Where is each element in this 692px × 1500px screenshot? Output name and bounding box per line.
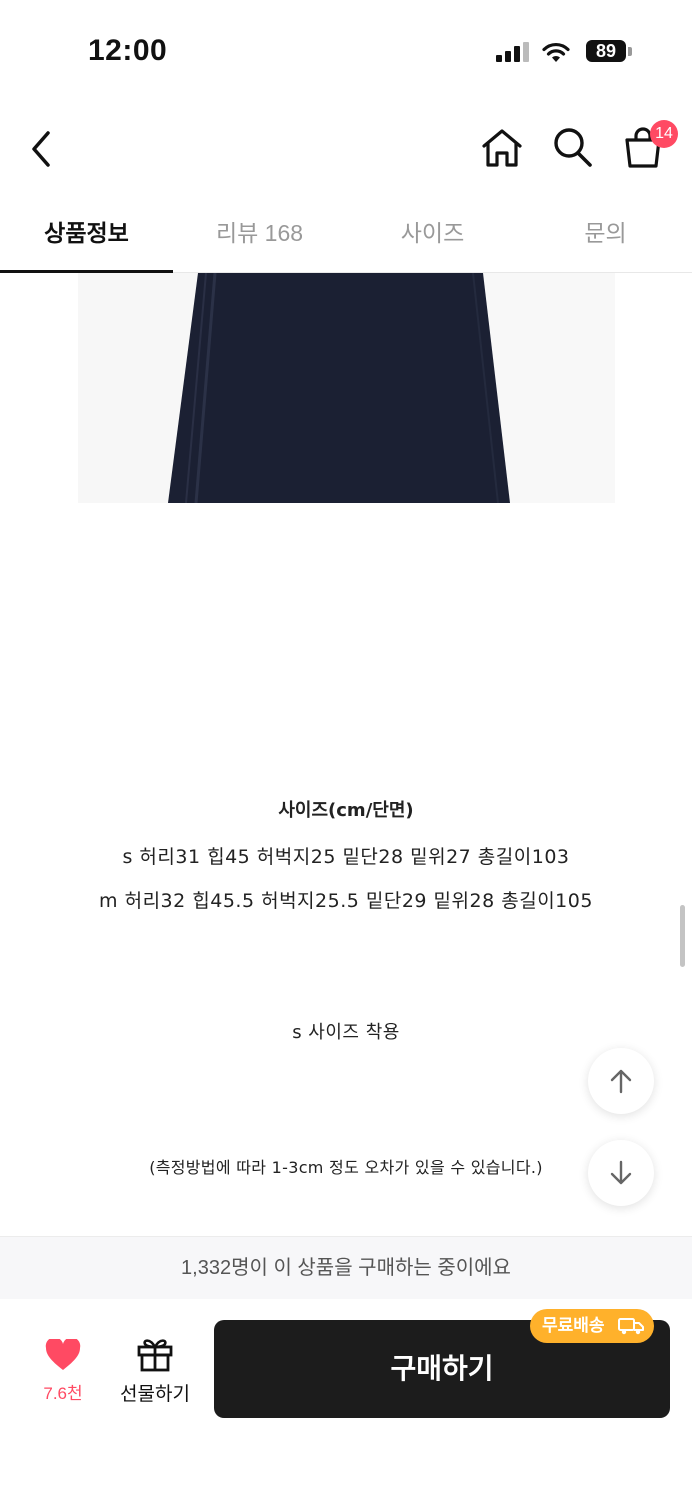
- battery-percent: 89: [595, 41, 617, 61]
- tab-reviews[interactable]: 리뷰 168: [173, 200, 346, 272]
- gift-button[interactable]: 선물하기: [112, 1335, 198, 1406]
- size-row-m: m 허리32 힙45.5 허벅지25.5 밑단29 밑위28 총길이105: [99, 890, 593, 912]
- search-icon[interactable]: [550, 124, 594, 170]
- size-row-s: s 허리31 힙45 허벅지25 밑단28 밑위27 총길이103: [122, 846, 570, 868]
- purchase-notice: 1,332명이 이 상품을 구매하는 중이에요: [0, 1236, 692, 1300]
- cellular-signal-icon: [496, 42, 529, 62]
- product-tabs: 상품정보 리뷰 168 사이즈 문의: [0, 200, 692, 273]
- wifi-icon: [542, 42, 570, 62]
- arrow-down-icon: [610, 1160, 632, 1185]
- delivery-truck-icon: [618, 1318, 644, 1335]
- top-nav: [0, 100, 692, 200]
- tab-product-info[interactable]: 상품정보: [0, 200, 173, 273]
- size-title: 사이즈(cm/단면): [278, 800, 414, 821]
- free-shipping-label: 무료배송: [542, 1316, 605, 1335]
- cart-count-badge: 14: [650, 120, 678, 148]
- product-image: [78, 273, 615, 503]
- arrow-up-icon: [610, 1069, 632, 1094]
- battery-icon: 89: [586, 40, 636, 64]
- heart-icon: [45, 1339, 81, 1370]
- scroll-bottom-button[interactable]: [588, 1140, 654, 1206]
- bottom-action-bar: 7.6천 선물하기 구매하기 무료배송: [0, 1299, 692, 1500]
- status-time: 12:00: [88, 34, 168, 67]
- wearing-size-note: s 사이즈 착용: [292, 1022, 400, 1043]
- gift-label: 선물하기: [120, 1384, 190, 1405]
- back-arrow-icon[interactable]: [24, 124, 60, 174]
- like-count: 7.6천: [43, 1384, 83, 1403]
- like-button[interactable]: 7.6천: [28, 1339, 98, 1404]
- scrollbar[interactable]: [680, 905, 685, 967]
- scroll-top-button[interactable]: [588, 1048, 654, 1114]
- status-bar: 12:00 89: [0, 0, 692, 100]
- free-shipping-badge: 무료배송: [530, 1309, 654, 1343]
- tab-inquiry[interactable]: 문의: [519, 200, 692, 272]
- home-icon[interactable]: [478, 124, 526, 172]
- gift-icon: [137, 1339, 173, 1372]
- tab-size[interactable]: 사이즈: [346, 200, 519, 272]
